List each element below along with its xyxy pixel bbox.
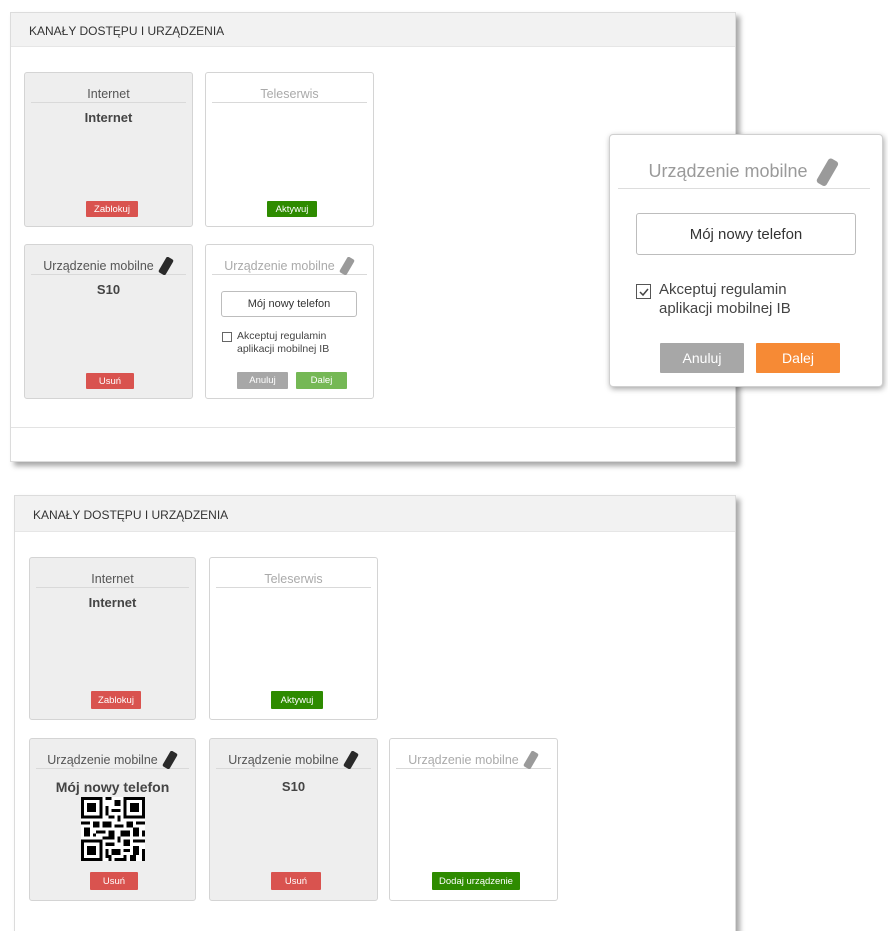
bottom-panel: KANAŁY DOSTĘPU I URZĄDZENIA Internet Int… (14, 495, 736, 931)
card-title: Internet (31, 85, 186, 103)
card-title: Urządzenie mobilne (31, 256, 186, 275)
mobile-phone-icon (816, 157, 838, 186)
device-name-input[interactable]: Mój nowy telefon (221, 291, 357, 317)
next-button[interactable]: Dalej (756, 343, 840, 373)
mobile-device-form-card: Urządzenie mobilne Mój nowy telefon Akce… (205, 244, 374, 399)
zoom-title: Urządzenie mobilne (618, 155, 870, 189)
mobile-phone-icon (343, 750, 358, 769)
terms-label: Akceptuj regulamin aplikacji mobilnej IB (659, 281, 791, 317)
add-mobile-device-card: Urządzenie mobilne Dodaj urządzenie (389, 738, 558, 901)
card-title: Internet (36, 570, 189, 588)
terms-checkbox[interactable] (222, 332, 232, 342)
mobile-device-card: Urządzenie mobilne Mój nowy telefon Usuń (29, 738, 196, 901)
panel-divider (11, 427, 735, 428)
card-value: Internet (88, 595, 137, 610)
mobile-phone-icon (523, 750, 538, 769)
panel-title: KANAŁY DOSTĘPU I URZĄDZENIA (11, 13, 735, 47)
zoomed-mobile-form: Urządzenie mobilne Mój nowy telefon Akce… (609, 134, 883, 387)
card-value: Mój nowy telefon (55, 779, 170, 795)
mobile-phone-icon (339, 256, 354, 275)
remove-button[interactable]: Usuń (86, 373, 134, 389)
block-button[interactable]: Zablokuj (86, 201, 138, 217)
mobile-phone-icon (162, 750, 177, 769)
remove-button[interactable]: Usuń (271, 872, 321, 890)
qr-code-icon (81, 797, 145, 861)
panel-title: KANAŁY DOSTĘPU I URZĄDZENIA (15, 496, 735, 532)
card-title: Urządzenie mobilne (216, 750, 371, 769)
terms-label: Akceptuj regulamin aplikacji mobilnej IB (237, 330, 330, 356)
activate-button[interactable]: Aktywuj (271, 691, 323, 709)
activate-button[interactable]: Aktywuj (267, 201, 317, 217)
card-title: Urządzenie mobilne (396, 750, 551, 769)
mobile-device-card: Urządzenie mobilne S10 Usuń (209, 738, 378, 901)
cancel-button[interactable]: Anuluj (660, 343, 744, 373)
card-value: S10 (281, 779, 306, 794)
checkbox-checked-icon (638, 288, 649, 296)
card-value: Internet (84, 110, 133, 125)
cancel-button[interactable]: Anuluj (237, 372, 288, 389)
card-title: Teleserwis (216, 570, 371, 588)
card-title: Teleserwis (212, 85, 367, 103)
card-title: Urządzenie mobilne (36, 750, 189, 769)
card-value: S10 (96, 282, 121, 297)
device-name-input[interactable]: Mój nowy telefon (636, 213, 856, 255)
add-device-button[interactable]: Dodaj urządzenie (432, 872, 520, 890)
internet-card: Internet Internet Zablokuj (29, 557, 196, 720)
next-button[interactable]: Dalej (296, 372, 347, 389)
mobile-phone-icon (158, 256, 173, 275)
block-button[interactable]: Zablokuj (91, 691, 141, 709)
internet-card: Internet Internet Zablokuj (24, 72, 193, 227)
remove-button[interactable]: Usuń (90, 872, 138, 890)
card-title: Urządzenie mobilne (212, 256, 367, 275)
terms-checkbox[interactable] (636, 284, 651, 299)
teleserwis-card: Teleserwis Aktywuj (205, 72, 374, 227)
teleserwis-card: Teleserwis Aktywuj (209, 557, 378, 720)
mobile-device-card: Urządzenie mobilne S10 Usuń (24, 244, 193, 399)
